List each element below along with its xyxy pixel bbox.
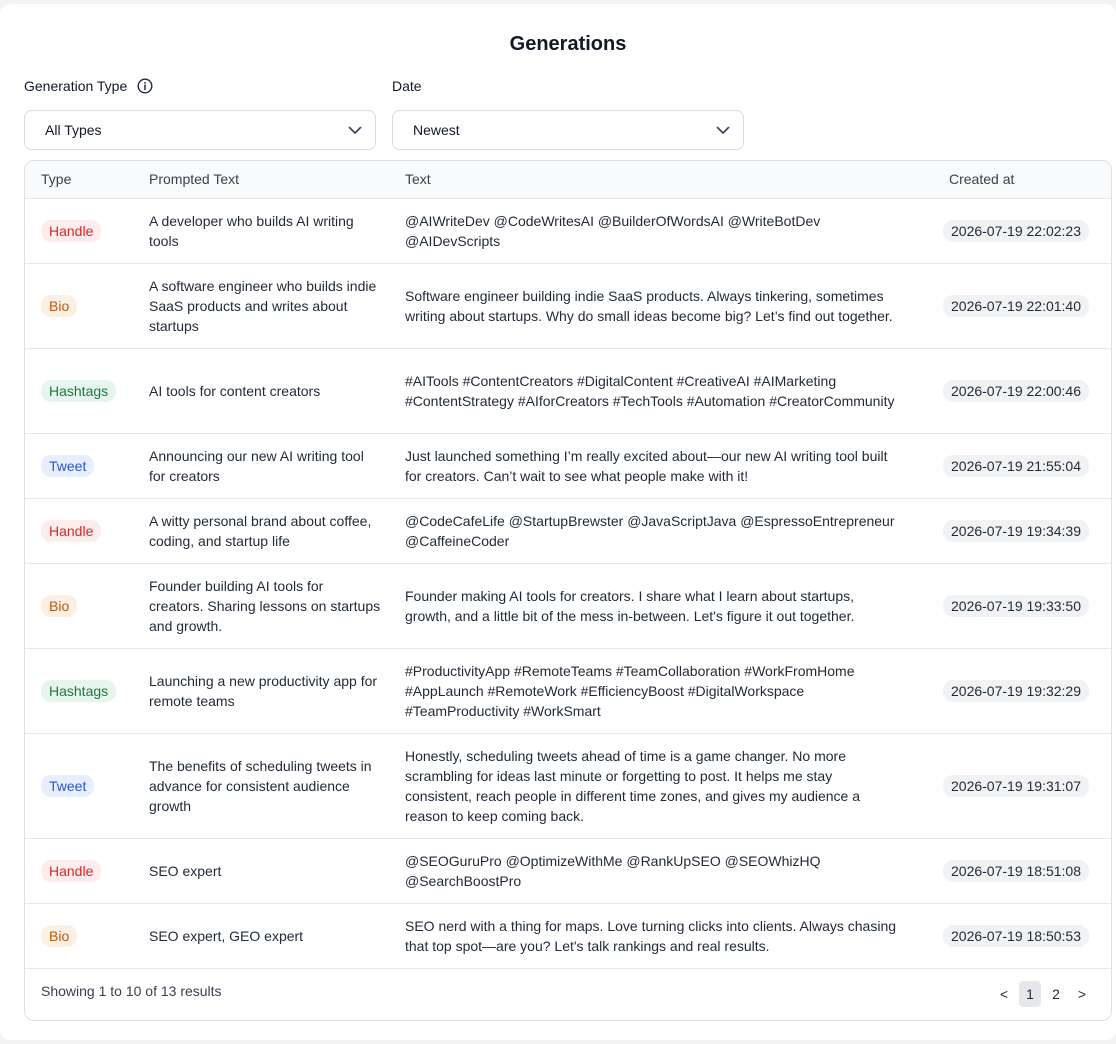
cell-type: Handle [25, 838, 133, 904]
cell-text: Software engineer building indie SaaS pr… [389, 263, 927, 349]
created-at-chip: 2026-07-19 18:50:53 [943, 924, 1089, 947]
cell-prompted-text: Founder building AI tools for creators. … [133, 563, 389, 649]
table-row[interactable]: Hashtags AI tools for content creators #AI… [25, 348, 1111, 434]
date-label: Date [392, 78, 422, 94]
cell-created-at: 2026-07-19 22:01:40 [927, 263, 1111, 349]
generations-table: Type Prompted Text Text Created at Handl… [25, 161, 1111, 969]
cell-created-at: 2026-07-19 19:34:39 [927, 498, 1111, 564]
cell-text: Founder making AI tools for creators. I … [389, 563, 927, 649]
cell-created-at: 2026-07-19 21:55:04 [927, 433, 1111, 499]
created-at-chip: 2026-07-19 19:34:39 [943, 519, 1089, 542]
type-badge: Tweet [41, 774, 95, 797]
results-summary: Showing 1 to 10 of 13 results [41, 983, 222, 999]
type-badge: Handle [41, 219, 102, 242]
page-button-1[interactable]: 1 [1019, 981, 1041, 1007]
chevron-down-icon [716, 126, 730, 134]
page-button-2[interactable]: 2 [1045, 981, 1067, 1007]
table-row[interactable]: Bio SEO expert, GEO expert SEO nerd with a… [25, 903, 1111, 969]
cell-prompted-text: A software engineer who builds indie Saa… [133, 263, 389, 349]
cell-text: @CodeCafeLife @StartupBrewster @JavaScri… [389, 498, 927, 564]
cell-type: Hashtags [25, 648, 133, 734]
cell-type: Tweet [25, 433, 133, 499]
type-badge: Bio [41, 594, 78, 617]
cell-text: @AIWriteDev @CodeWritesAI @BuilderOfWord… [389, 198, 927, 264]
created-at-chip: 2026-07-19 19:31:07 [943, 774, 1089, 797]
prev-page-button[interactable]: < [993, 981, 1015, 1007]
cell-prompted-text: AI tools for content creators [133, 348, 389, 434]
table-row[interactable]: Bio Founder building AI tools for creator… [25, 563, 1111, 649]
table-row[interactable]: Hashtags Launching a new productivity app… [25, 648, 1111, 734]
type-badge: Bio [41, 924, 78, 947]
date-select[interactable]: Newest [392, 110, 744, 150]
cell-created-at: 2026-07-19 18:51:08 [927, 838, 1111, 904]
cell-text: @SEOGuruPro @OptimizeWithMe @RankUpSEO @… [389, 838, 927, 904]
table-row[interactable]: Tweet Announcing our new AI writing tool … [25, 433, 1111, 499]
table-row[interactable]: Handle A witty personal brand about coffe… [25, 498, 1111, 564]
cell-created-at: 2026-07-19 19:32:29 [927, 648, 1111, 734]
cell-type: Bio [25, 563, 133, 649]
cell-created-at: 2026-07-19 22:00:46 [927, 348, 1111, 434]
generation-type-select[interactable]: All Types [24, 110, 376, 150]
cell-created-at: 2026-07-19 22:02:23 [927, 198, 1111, 264]
type-badge: Handle [41, 859, 102, 882]
created-at-chip: 2026-07-19 22:02:23 [943, 219, 1089, 242]
cell-type: Hashtags [25, 348, 133, 434]
type-badge: Bio [41, 294, 78, 317]
generations-table-container: Type Prompted Text Text Created at Handl… [24, 160, 1112, 1021]
cell-type: Tweet [25, 733, 133, 839]
next-page-button[interactable]: > [1071, 981, 1093, 1007]
cell-prompted-text: Launching a new productivity app for rem… [133, 648, 389, 734]
table-row[interactable]: Handle A developer who builds AI writing … [25, 198, 1111, 264]
column-header-prompted-text[interactable]: Prompted Text [133, 161, 389, 199]
cell-prompted-text: The benefits of scheduling tweets in adv… [133, 733, 389, 839]
cell-text: Honestly, scheduling tweets ahead of tim… [389, 733, 927, 839]
cell-text: Just launched something I’m really excit… [389, 433, 927, 499]
generation-type-value: All Types [45, 122, 102, 138]
pagination: < 1 2 > [993, 981, 1093, 1007]
cell-type: Handle [25, 198, 133, 264]
cell-prompted-text: Announcing our new AI writing tool for c… [133, 433, 389, 499]
column-header-text[interactable]: Text [389, 161, 927, 199]
cell-created-at: 2026-07-19 18:50:53 [927, 903, 1111, 969]
cell-prompted-text: SEO expert, GEO expert [133, 903, 389, 969]
created-at-chip: 2026-07-19 19:32:29 [943, 679, 1089, 702]
created-at-chip: 2026-07-19 19:33:50 [943, 594, 1089, 617]
type-badge: Hashtags [41, 679, 117, 702]
type-badge: Tweet [41, 454, 95, 477]
table-row[interactable]: Bio A software engineer who builds indie … [25, 263, 1111, 349]
info-icon[interactable] [137, 78, 153, 94]
date-value: Newest [413, 122, 460, 138]
cell-type: Bio [25, 903, 133, 969]
cell-prompted-text: A developer who builds AI writing tools [133, 198, 389, 264]
type-badge: Handle [41, 519, 102, 542]
cell-text: #ProductivityApp #RemoteTeams #TeamColla… [389, 648, 927, 734]
created-at-chip: 2026-07-19 22:01:40 [943, 294, 1089, 317]
created-at-chip: 2026-07-19 21:55:04 [943, 454, 1089, 477]
cell-type: Bio [25, 263, 133, 349]
cell-text: SEO nerd with a thing for maps. Love tur… [389, 903, 927, 969]
cell-type: Handle [25, 498, 133, 564]
table-row[interactable]: Handle SEO expert @SEOGuruPro @OptimizeWit… [25, 838, 1111, 904]
column-header-created-at[interactable]: Created at [927, 161, 1111, 199]
cell-prompted-text: A witty personal brand about coffee, cod… [133, 498, 389, 564]
generation-type-filter: Generation Type All Types [24, 76, 376, 150]
created-at-chip: 2026-07-19 18:51:08 [943, 859, 1089, 882]
page-title: Generations [509, 33, 627, 55]
cell-created-at: 2026-07-19 19:31:07 [927, 733, 1111, 839]
cell-prompted-text: SEO expert [133, 838, 389, 904]
date-filter: Date Newest [392, 76, 744, 150]
type-badge: Hashtags [41, 379, 117, 402]
column-header-type[interactable]: Type [25, 161, 133, 199]
generation-type-label: Generation Type [24, 78, 128, 94]
table-header-row: Type Prompted Text Text Created at [25, 161, 1111, 199]
table-footer: Showing 1 to 10 of 13 results < 1 2 > [25, 968, 1111, 1020]
table-row[interactable]: Tweet The benefits of scheduling tweets i… [25, 733, 1111, 839]
cell-text: #AITools #ContentCreators #DigitalConten… [389, 348, 927, 434]
cell-created-at: 2026-07-19 19:33:50 [927, 563, 1111, 649]
chevron-down-icon [348, 126, 362, 134]
generations-panel: Generations Generation Type All Types Da… [0, 4, 1116, 1040]
created-at-chip: 2026-07-19 22:00:46 [943, 379, 1089, 402]
